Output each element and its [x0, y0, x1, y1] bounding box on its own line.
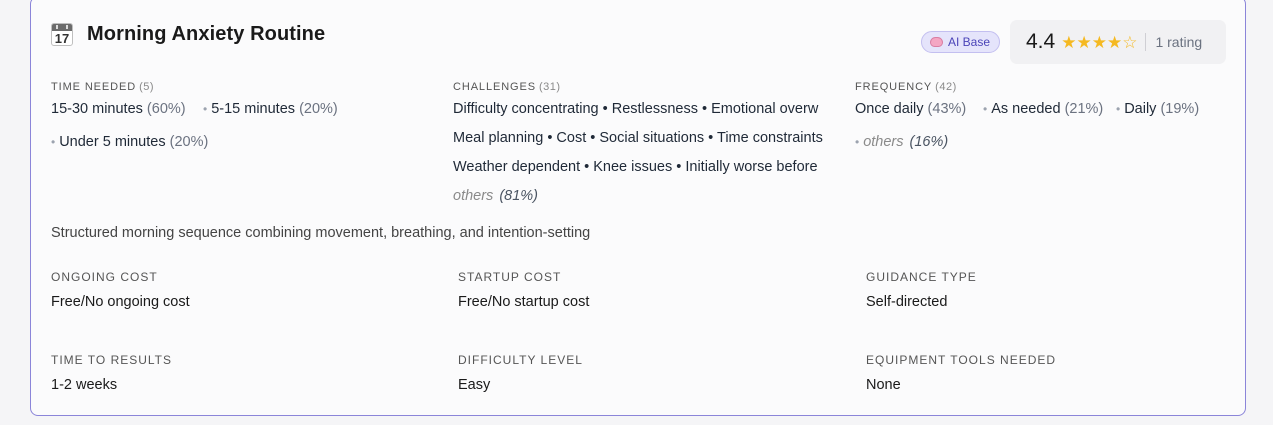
ai-base-badge: AI Base: [921, 31, 1001, 53]
challenges-line[interactable]: Meal planning • Cost • Social situations…: [453, 130, 823, 146]
solution-card[interactable]: 17 Morning Anxiety Routine AI Base 4.4 ★…: [30, 0, 1246, 416]
meta-value: 1-2 weeks: [51, 377, 118, 393]
meta-label: EQUIPMENT TOOLS NEEDED: [866, 353, 1057, 367]
tag-frequency-once-daily[interactable]: Once daily (43%): [855, 101, 966, 117]
section-label: TIME NEEDED (5): [51, 81, 155, 93]
card-description: Structured morning sequence combining mo…: [51, 225, 591, 241]
badge-label: AI Base: [948, 35, 991, 49]
meta-value: Easy: [458, 377, 491, 393]
challenges-line[interactable]: Weather dependent • Knee issues • Initia…: [453, 159, 823, 175]
star-icon: ★: [1106, 32, 1123, 52]
star-outline-icon: ☆: [1122, 32, 1138, 52]
meta-value: Free/No ongoing cost: [51, 294, 190, 310]
star-icon: ★: [1076, 32, 1092, 52]
rating-summary[interactable]: 4.4 ★ ★ ★ ★ ☆ 1 rating: [1010, 20, 1226, 64]
meta-difficulty-level: DIFFICULTY LEVEL Easy: [458, 353, 583, 393]
tag-frequency-as-needed[interactable]: • As needed (21%): [983, 101, 1103, 117]
meta-label: ONGOING COST: [51, 270, 158, 284]
meta-value: Free/No startup cost: [458, 294, 590, 310]
star-icon: ★: [1061, 32, 1077, 52]
meta-label: STARTUP COST: [458, 270, 562, 284]
meta-label: GUIDANCE TYPE: [866, 270, 977, 284]
meta-guidance-type: GUIDANCE TYPE Self-directed: [866, 270, 977, 310]
meta-label: DIFFICULTY LEVEL: [458, 353, 583, 367]
frequency-section: FREQUENCY (42): [855, 81, 957, 93]
card-header: 17 Morning Anxiety Routine: [51, 23, 325, 46]
meta-value: None: [866, 377, 901, 393]
meta-label: TIME TO RESULTS: [51, 353, 173, 367]
calendar-day: 17: [54, 31, 70, 46]
time-needed-section: TIME NEEDED (5): [51, 81, 154, 93]
rating-value: 4.4: [1026, 30, 1056, 53]
section-label: FREQUENCY (42): [855, 81, 957, 93]
divider: [1145, 33, 1147, 51]
star-rating: ★ ★ ★ ★ ☆: [1061, 34, 1137, 51]
brain-icon: [930, 37, 943, 47]
meta-startup-cost: STARTUP COST Free/No startup cost: [458, 270, 589, 310]
challenges-others[interactable]: others (81%): [453, 188, 538, 204]
meta-equipment: EQUIPMENT TOOLS NEEDED None: [866, 353, 1056, 393]
challenges-section: CHALLENGES (31): [453, 81, 561, 93]
tag-time-15-30[interactable]: 15-30 minutes (60%): [51, 101, 186, 117]
card-title[interactable]: Morning Anxiety Routine: [87, 23, 325, 46]
meta-value: Self-directed: [866, 294, 948, 310]
tag-frequency-daily[interactable]: • Daily (19%): [1116, 101, 1199, 117]
calendar-icon: 17: [51, 23, 73, 46]
tag-time-under-5[interactable]: • Under 5 minutes (20%): [51, 134, 208, 150]
challenges-line[interactable]: Difficulty concentrating • Restlessness …: [453, 101, 823, 117]
meta-ongoing-cost: ONGOING COST Free/No ongoing cost: [51, 270, 190, 310]
star-icon: ★: [1091, 32, 1107, 52]
meta-time-to-results: TIME TO RESULTS 1-2 weeks: [51, 353, 172, 393]
section-label: CHALLENGES (31): [453, 81, 561, 93]
tag-time-5-15[interactable]: • 5-15 minutes (20%): [203, 101, 338, 117]
frequency-others[interactable]: • others (16%): [855, 134, 948, 150]
rating-count: 1 rating: [1155, 34, 1203, 50]
